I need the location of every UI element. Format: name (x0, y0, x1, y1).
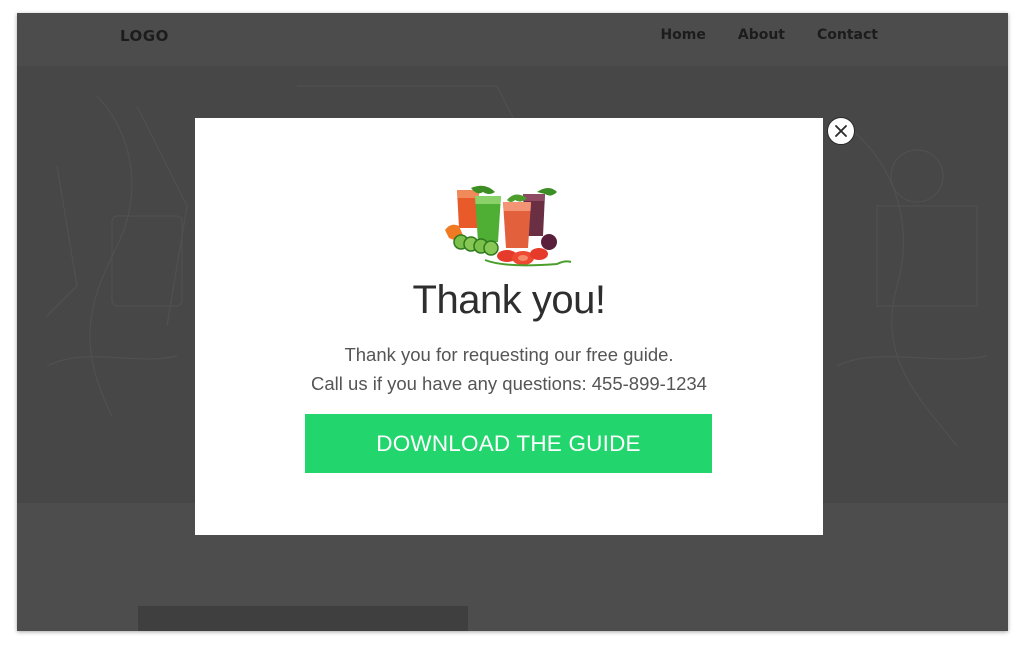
modal-message-line-2: Call us if you have any questions: 455-8… (311, 373, 707, 394)
modal-title: Thank you! (412, 278, 606, 322)
close-x-icon (835, 125, 847, 137)
site-logo[interactable]: LOGO (120, 27, 169, 45)
modal-message-line-1: Thank you for requesting our free guide. (344, 344, 674, 365)
modal-message: Thank you for requesting our free guide.… (195, 340, 823, 398)
nav-link-about[interactable]: About (738, 27, 785, 43)
download-guide-button[interactable]: DOWNLOAD THE GUIDE (305, 414, 712, 473)
content-placeholder (138, 606, 468, 631)
thank-you-modal: Thank you! Thank you for requesting our … (195, 118, 823, 535)
site-header: LOGO Home About Contact (17, 13, 1008, 66)
main-nav: Home About Contact (660, 27, 878, 43)
juice-image (445, 185, 572, 267)
nav-link-home[interactable]: Home (660, 27, 705, 43)
nav-link-contact[interactable]: Contact (817, 27, 878, 43)
modal-close-button[interactable] (827, 117, 855, 145)
